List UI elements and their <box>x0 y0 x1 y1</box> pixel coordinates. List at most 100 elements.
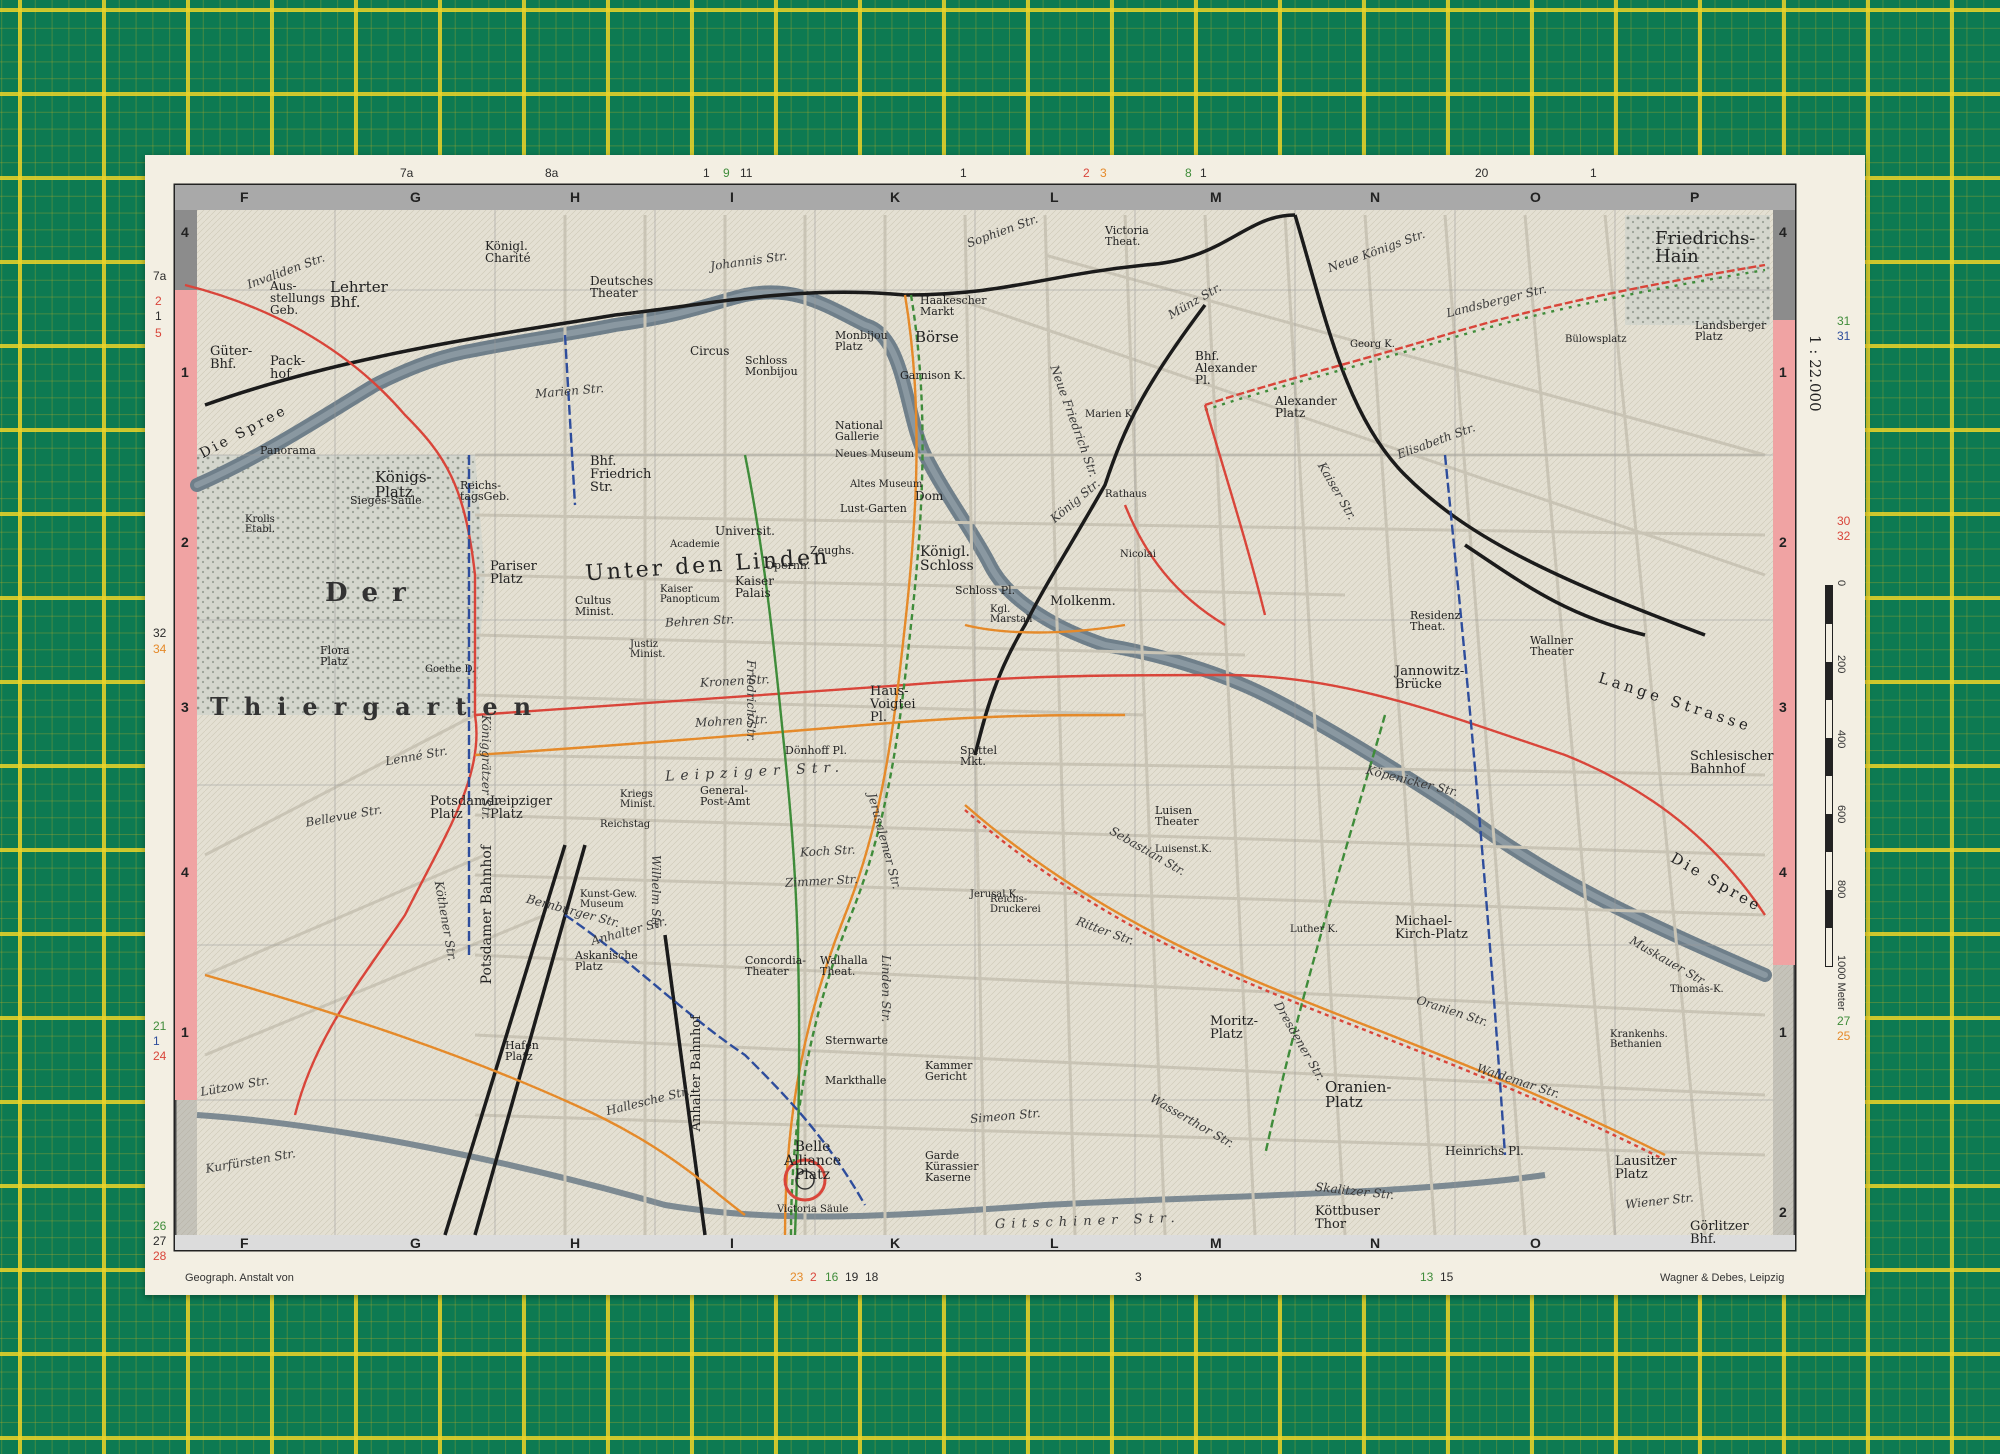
border-band-left-top <box>175 210 197 290</box>
map-canvas <box>173 183 1797 1252</box>
label-alexanderplatz: Alexander Platz <box>1275 394 1337 420</box>
route-left-8: 24 <box>153 1049 167 1063</box>
credit-left: Geograph. Anstalt von <box>185 1272 294 1284</box>
grid-row-right-0: 4 <box>1779 224 1787 240</box>
grid-letter-top-N: N <box>1370 189 1381 205</box>
label-koettbuser-thor: Köttbuser Thor <box>1315 1204 1380 1232</box>
route-right-3: 32 <box>1837 529 1851 543</box>
label-dom: Dom <box>915 489 944 503</box>
grid-row-right-6: 2 <box>1779 1204 1787 1220</box>
label-kriegs-minist: Kriegs Minist. <box>620 789 656 810</box>
route-left-4: 32 <box>153 626 167 640</box>
label-thiergarten: Thiergarten <box>210 692 548 721</box>
label-landsberger-platz: Landsberger Platz <box>1695 319 1767 343</box>
border-band-left-bottom <box>175 1100 197 1250</box>
grid-letter-bottom-I: I <box>730 1235 734 1251</box>
label-residenz-theat: Residenz Theat. <box>1410 609 1461 633</box>
grid-row-left-4: 4 <box>181 864 189 880</box>
label-hausvoigtei: Haus-Voigtei Pl. <box>870 684 916 725</box>
label-justiz-minist: Justiz Minist. <box>630 639 666 660</box>
grid-letter-bottom-M: M <box>1210 1235 1222 1251</box>
label-rathaus: Rathaus <box>1105 489 1147 500</box>
label-leipziger-platz: Leipziger Platz <box>490 794 553 822</box>
credit-right: Wagner & Debes, Leipzig <box>1660 1272 1785 1284</box>
label-bethanien: Krankenhs. Bethanien <box>1610 1029 1668 1050</box>
route-top-4: 11 <box>740 166 753 180</box>
label-pariser-platz: Pariser Platz <box>490 559 537 587</box>
label-reichstag-alt: Reichstag <box>600 819 651 830</box>
route-right-5: 25 <box>1837 1029 1851 1043</box>
label-neues-museum: Neues Museum <box>835 449 914 460</box>
grid-row-left-0: 4 <box>181 224 189 240</box>
label-opernhaus: Opernh. <box>765 559 811 572</box>
label-nicolai: Nicolai <box>1120 549 1156 560</box>
grid-row-left-1: 1 <box>181 364 189 380</box>
route-left-2: 1 <box>155 309 162 323</box>
label-askanischer-platz: Askanische Platz <box>575 949 638 973</box>
grid-letter-bottom-H: H <box>570 1235 581 1251</box>
grid-letter-bottom-F: F <box>240 1235 249 1251</box>
route-bottom-4: 18 <box>865 1270 879 1284</box>
grid-letter-top-M: M <box>1210 189 1222 205</box>
route-bottom-2: 16 <box>825 1270 839 1284</box>
route-top-11: 1 <box>1590 166 1597 180</box>
label-garnison: Garnison K. <box>900 369 966 382</box>
route-left-7: 1 <box>153 1034 160 1048</box>
border-band-left <box>175 290 197 1100</box>
label-anhalter-bahnhof: Anhalter Bahnhof <box>689 1015 704 1132</box>
label-kaiser-palais: Kaiser Palais <box>735 574 774 600</box>
label-boerse: Börse <box>915 328 959 346</box>
street-zimmerstr: Zimmer Str. <box>784 872 859 890</box>
label-cultus-minist: Cultus Minist. <box>575 594 614 618</box>
label-kroll: Krolls Etabl. <box>245 514 276 535</box>
route-left-9: 26 <box>153 1219 167 1233</box>
label-monbijou-platz: Monbijou Platz <box>835 329 888 353</box>
grid-row-right-1: 1 <box>1779 364 1787 380</box>
route-right-1: 31 <box>1837 329 1851 343</box>
label-potsdamer-platz: Potsdamer Platz <box>430 794 501 822</box>
scale-tick-800: 800 <box>1835 880 1847 899</box>
label-kunst-gew-museum: Kunst-Gew. Museum <box>580 889 638 910</box>
route-bottom-1: 2 <box>810 1270 817 1284</box>
route-left-10: 27 <box>153 1234 167 1248</box>
grid-row-left-5: 1 <box>181 1024 189 1040</box>
scale-tick-0: 0 <box>1835 580 1847 587</box>
label-schlossplatz: Schloss Pl. <box>955 584 1016 597</box>
label-heinrichs-pl: Heinrichs Pl. <box>1445 1144 1524 1158</box>
route-right-4: 27 <box>1837 1014 1851 1028</box>
label-concordia-theater: Concordia-Theater <box>745 954 806 978</box>
label-deutsches-theater: Deutsches Theater <box>590 274 654 300</box>
scale-tick-600: 600 <box>1835 805 1847 824</box>
label-general-post-amt: General-Post-Amt <box>700 784 751 808</box>
grid-letter-top-K: K <box>890 189 901 205</box>
label-garde-kurassier: Garde Kürassier Kaserne <box>925 1149 979 1184</box>
route-right-2: 30 <box>1837 514 1851 528</box>
label-lehrter-bhf: Lehrter Bhf. <box>330 278 388 311</box>
route-left-3: 5 <box>155 326 162 340</box>
route-left-6: 21 <box>153 1019 167 1033</box>
scale-tick-200: 200 <box>1835 655 1847 674</box>
route-right-0: 31 <box>1837 314 1851 328</box>
scale-tick-1000: 1000 Meter <box>1835 955 1847 1011</box>
label-circus: Circus <box>690 344 730 358</box>
label-charite: Königl. Charité <box>485 239 531 265</box>
label-reichstag: Reichs-tagsGeb. <box>460 479 510 503</box>
grid-letter-top-L: L <box>1050 189 1059 205</box>
route-bottom-5: 3 <box>1135 1270 1142 1284</box>
label-gueter-bhf: Güter-Bhf. <box>210 344 253 372</box>
route-bottom-3: 19 <box>845 1270 859 1284</box>
label-kammer-gericht: Kammer Gericht <box>925 1059 973 1083</box>
label-michael-kirch-platz: Michael-Kirch-Platz <box>1395 914 1468 942</box>
route-top-9: 1 <box>1200 166 1207 180</box>
label-zeughaus: Zeughs. <box>810 544 855 557</box>
label-national-gallerie: National Gallerie <box>835 419 883 443</box>
route-left-1: 2 <box>155 294 162 308</box>
label-victoria-theater: Victoria Theat. <box>1105 224 1149 248</box>
grid-letter-bottom-N: N <box>1370 1235 1381 1251</box>
label-haakescher-markt: Haakescher Markt <box>920 294 987 318</box>
label-panorama: Panorama <box>260 444 316 457</box>
route-top-0: 7a <box>400 166 414 180</box>
label-marstall: Kgl. Marstall <box>990 604 1033 625</box>
label-buelowsplatz: Bülowsplatz <box>1565 334 1627 345</box>
route-bottom-6: 13 <box>1420 1270 1434 1284</box>
